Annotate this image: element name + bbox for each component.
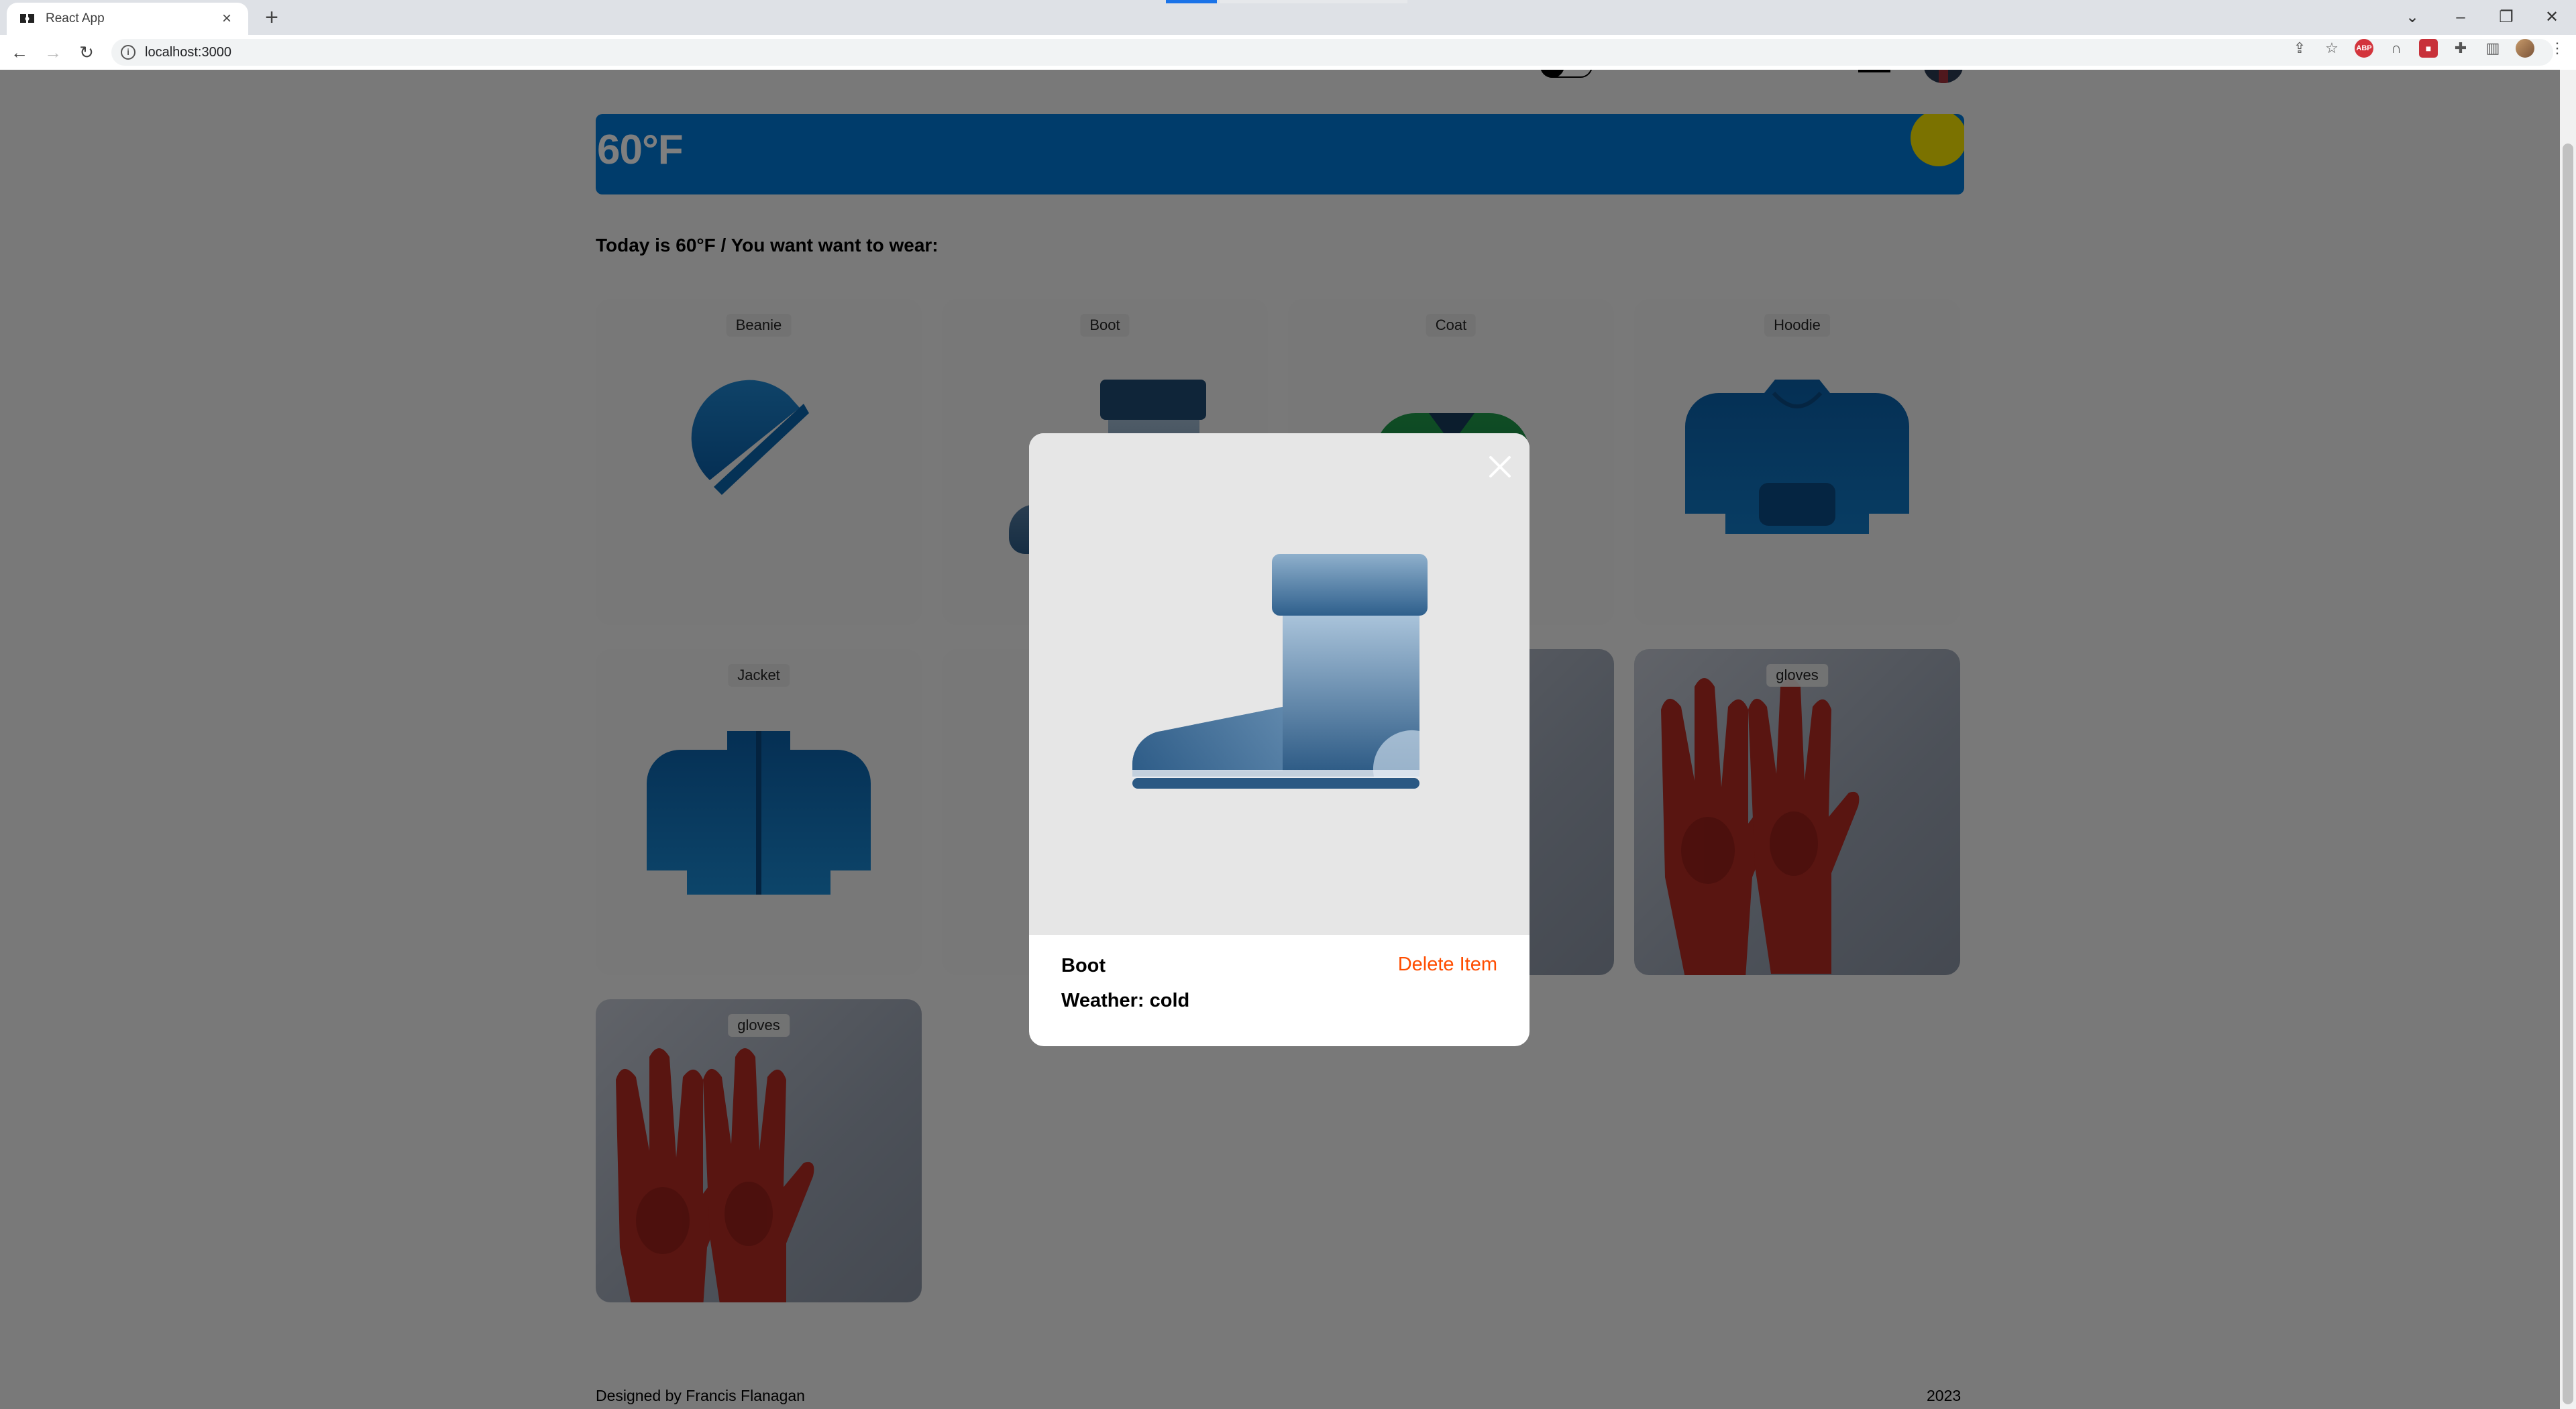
- browser-toolbar: ← → ↻ i localhost:3000 ⇪ ☆ ABP ∩ ■ ✚ ▥ ⋮: [0, 35, 2576, 70]
- tab-progress-indicator: [1166, 0, 1217, 3]
- url-text[interactable]: localhost:3000: [145, 45, 231, 60]
- new-tab-plus-icon[interactable]: +: [260, 6, 283, 30]
- tab-search-chevron-icon[interactable]: ⌄: [2399, 5, 2426, 30]
- modal-item-weather: Weather: cold: [1061, 990, 1190, 1011]
- site-info-icon[interactable]: i: [121, 45, 136, 60]
- arc-extension-icon[interactable]: ∩: [2387, 39, 2406, 58]
- minimize-window-icon[interactable]: –: [2447, 5, 2474, 30]
- extensions-puzzle-icon[interactable]: ✚: [2451, 39, 2470, 58]
- restore-window-icon[interactable]: ❐: [2493, 5, 2520, 30]
- menu-kebab-icon[interactable]: ⋮: [2548, 39, 2567, 58]
- close-window-icon[interactable]: ✕: [2538, 5, 2565, 30]
- side-panel-icon[interactable]: ▥: [2483, 39, 2502, 58]
- profile-avatar-icon[interactable]: [2516, 39, 2534, 58]
- react-favicon-icon: [19, 10, 36, 27]
- bookmark-star-icon[interactable]: ☆: [2322, 39, 2341, 58]
- delete-item-button[interactable]: Delete Item: [1398, 954, 1497, 976]
- forward-arrow-icon[interactable]: →: [39, 38, 67, 66]
- tab-title: React App: [46, 11, 105, 25]
- adblock-extension-icon[interactable]: ABP: [2355, 39, 2373, 58]
- tab-close-icon[interactable]: ×: [217, 9, 236, 28]
- address-bar[interactable]: i localhost:3000: [111, 39, 2553, 66]
- red-extension-icon[interactable]: ■: [2419, 39, 2438, 58]
- toolbar-actions: ⇪ ☆ ABP ∩ ■ ✚ ▥ ⋮: [2290, 39, 2567, 58]
- modal-close-icon[interactable]: [1485, 452, 1515, 482]
- footer-credit: Designed by Francis Flanagan: [596, 1387, 805, 1404]
- reload-icon[interactable]: ↻: [72, 38, 101, 66]
- item-preview-modal: Boot Weather: cold Delete Item: [1029, 433, 1529, 1046]
- item-preview-image: [1029, 433, 1529, 935]
- back-arrow-icon[interactable]: ←: [5, 38, 34, 66]
- scrollbar-thumb[interactable]: [2563, 144, 2573, 1404]
- browser-tab-strip: React App × + ⌄ – ❐ ✕: [0, 0, 2576, 35]
- footer-year: 2023: [1927, 1387, 1962, 1404]
- browser-tab[interactable]: React App ×: [7, 3, 248, 35]
- share-icon[interactable]: ⇪: [2290, 39, 2309, 58]
- modal-item-name: Boot: [1061, 955, 1106, 976]
- tab-hover-indicator: [1220, 0, 1407, 3]
- boot-icon: [1132, 554, 1428, 789]
